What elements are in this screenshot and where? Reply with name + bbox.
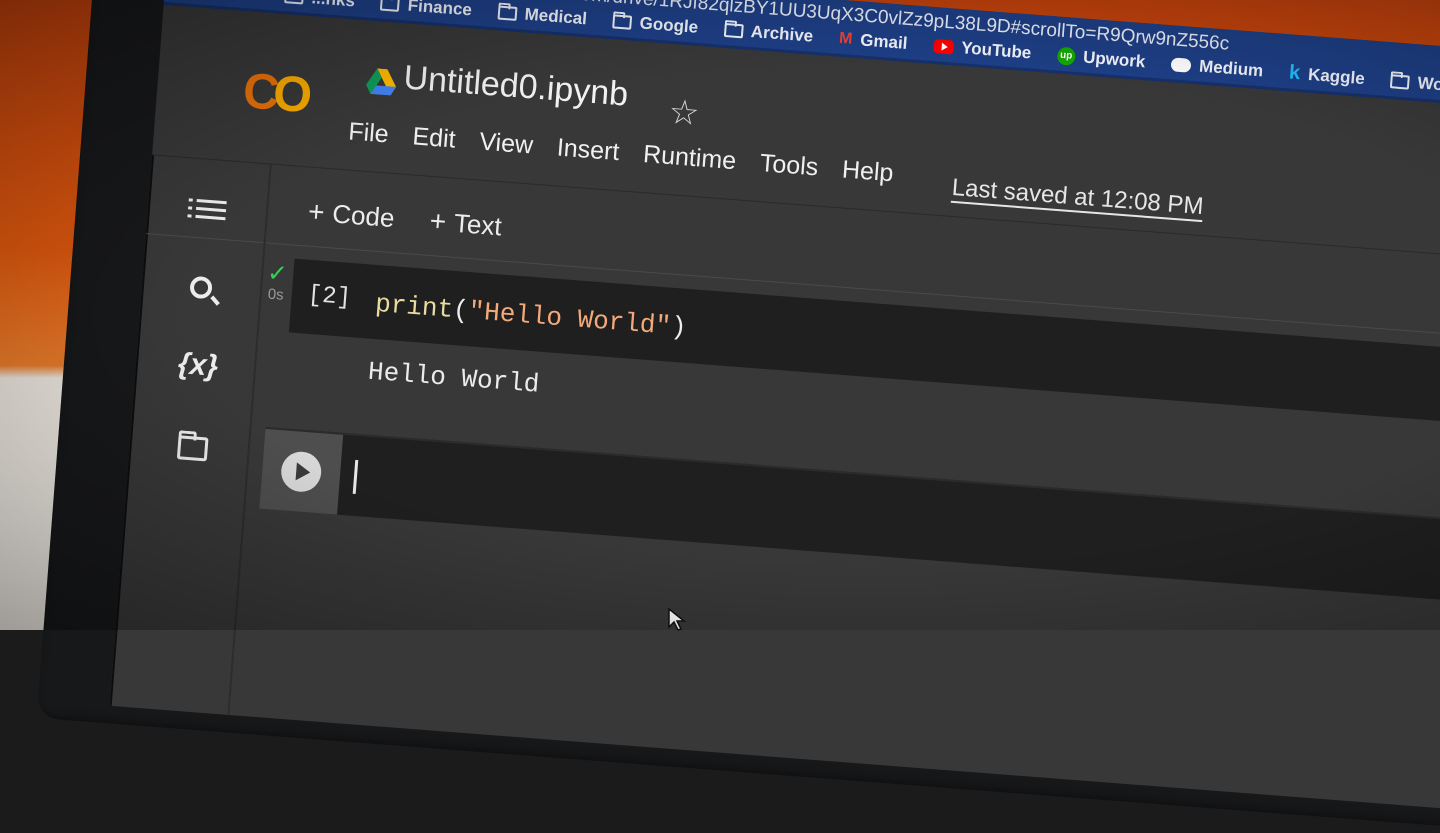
menu-tools[interactable]: Tools bbox=[759, 149, 819, 182]
bookmark-label: Medical bbox=[524, 4, 588, 28]
menu-help[interactable]: Help bbox=[841, 155, 894, 188]
add-text-label: Text bbox=[452, 207, 503, 242]
execution-count: [2] bbox=[306, 281, 352, 313]
bookmark-label: Kaggle bbox=[1307, 64, 1366, 88]
table-of-contents-icon[interactable] bbox=[195, 194, 227, 225]
menu-view[interactable]: View bbox=[478, 128, 534, 161]
folder-icon bbox=[1390, 73, 1411, 90]
menu-runtime[interactable]: Runtime bbox=[642, 140, 737, 176]
cell-code[interactable]: print("Hello World") bbox=[374, 289, 687, 343]
bookmark-label: YouTube bbox=[960, 37, 1033, 63]
google-drive-icon[interactable] bbox=[365, 68, 397, 96]
bookmark-label: Wordpress bbox=[1416, 72, 1440, 99]
folder-icon bbox=[612, 13, 633, 30]
bookmark-label: Upwork bbox=[1082, 47, 1147, 71]
plus-icon: + bbox=[307, 195, 326, 228]
bookmark-label: Gmail bbox=[859, 29, 909, 53]
search-icon[interactable] bbox=[189, 275, 213, 300]
bookmark-label: Medium bbox=[1198, 55, 1264, 80]
empty-code-cell[interactable] bbox=[259, 426, 1440, 610]
cell-gutter bbox=[259, 428, 344, 515]
menu-edit[interactable]: Edit bbox=[411, 122, 456, 154]
cell-run-status[interactable]: ✓ 0s bbox=[259, 259, 294, 304]
variables-icon[interactable]: {x} bbox=[177, 347, 219, 384]
bookmark-gmail[interactable]: M Gmail bbox=[838, 27, 908, 55]
bookmark-label: Archive bbox=[750, 21, 814, 46]
files-icon[interactable] bbox=[176, 435, 209, 462]
menu-file[interactable]: File bbox=[347, 117, 389, 149]
bookmark-links[interactable]: ...nks bbox=[284, 0, 356, 12]
bookmark-label: ...nks bbox=[311, 0, 356, 11]
plus-icon: + bbox=[428, 204, 448, 238]
folder-icon bbox=[284, 0, 305, 5]
folder-icon bbox=[380, 0, 401, 12]
folder-icon bbox=[723, 22, 744, 38]
cell-output: Hello World bbox=[366, 356, 541, 400]
last-saved-link[interactable]: Last saved at 12:08 PM bbox=[951, 174, 1204, 221]
youtube-icon bbox=[932, 38, 954, 55]
code-paren-close: ) bbox=[669, 311, 688, 343]
medium-icon bbox=[1170, 56, 1192, 73]
code-string: "Hello World" bbox=[467, 296, 673, 342]
bookmark-kaggle[interactable]: k Kaggle bbox=[1288, 61, 1365, 90]
code-function: print bbox=[374, 288, 455, 325]
star-icon[interactable]: ☆ bbox=[667, 92, 700, 134]
bookmark-medium[interactable]: Medium bbox=[1170, 52, 1264, 82]
colab-screen: ...com/drive/1RJf82qlzBY1UU3UqX3C0vlZz9p… bbox=[109, 0, 1440, 818]
bookmark-wordpress[interactable]: Wordpress bbox=[1390, 69, 1440, 101]
add-code-button[interactable]: + Code bbox=[307, 196, 396, 235]
add-code-label: Code bbox=[331, 198, 396, 234]
colab-logo[interactable]: CO bbox=[241, 61, 308, 124]
execution-time: 0s bbox=[267, 285, 285, 304]
notebook-title[interactable]: Untitled0.ipynb bbox=[402, 59, 629, 115]
folder-icon bbox=[497, 5, 518, 21]
text-cursor bbox=[352, 459, 359, 495]
add-text-button[interactable]: + Text bbox=[429, 205, 503, 242]
run-cell-button[interactable] bbox=[279, 450, 323, 494]
check-icon: ✓ bbox=[266, 259, 289, 289]
bookmark-label: Finance bbox=[407, 0, 473, 19]
bookmark-finance[interactable]: Finance bbox=[380, 0, 473, 21]
kaggle-icon: k bbox=[1288, 61, 1302, 85]
bookmark-label: Google bbox=[639, 12, 699, 37]
gmail-icon: M bbox=[838, 29, 854, 48]
upwork-icon: up bbox=[1056, 46, 1076, 66]
menu-insert[interactable]: Insert bbox=[556, 133, 620, 167]
